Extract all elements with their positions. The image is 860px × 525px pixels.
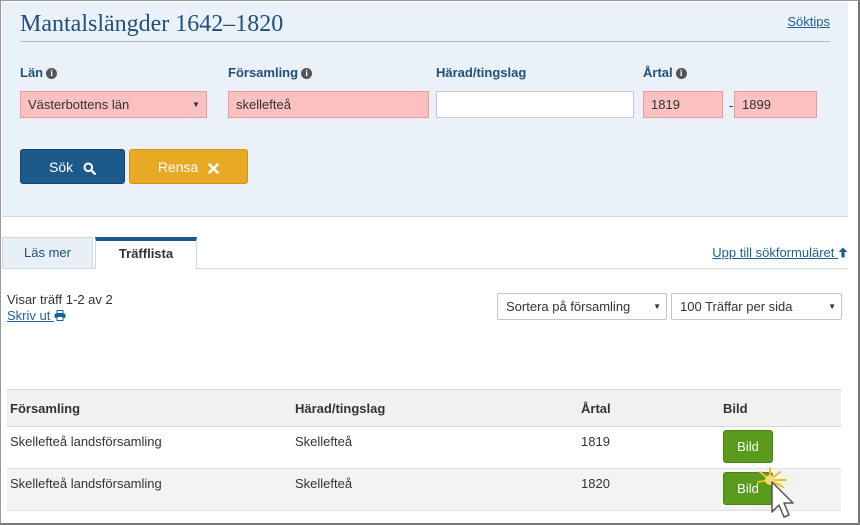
arrow-up-icon: [838, 247, 848, 258]
info-icon[interactable]: i: [301, 68, 313, 80]
column-header[interactable]: Härad/tingslag: [295, 401, 385, 416]
print-link-label: Skriv ut: [7, 308, 51, 323]
harad-input[interactable]: [436, 91, 634, 118]
clear-button-label: Rensa: [157, 159, 199, 175]
harad-cell: Skellefteå: [295, 476, 353, 491]
table-row: Skellefteå landsförsamling Skellefteå 18…: [7, 469, 841, 511]
clear-button[interactable]: Rensa: [129, 149, 248, 184]
sort-select[interactable]: Sortera på församling ▼: [497, 293, 667, 320]
column-header[interactable]: Församling: [10, 401, 80, 416]
search-button[interactable]: Sök: [20, 149, 125, 184]
results-table: Församling Härad/tingslag Årtal Bild Ske…: [7, 389, 841, 511]
artal-cell: 1820: [581, 476, 610, 491]
info-icon[interactable]: i: [46, 68, 58, 80]
mouse-pointer-icon: [757, 467, 794, 518]
artal-range-dash: -: [729, 98, 734, 113]
forsamling-label-text: Församling: [228, 65, 299, 80]
forsamling-cell: Skellefteå landsförsamling: [10, 434, 162, 449]
caret-down-icon: ▼: [192, 100, 200, 109]
close-icon: [208, 162, 219, 174]
harad-label: Härad/tingslag: [436, 65, 527, 80]
search-button-label: Sök: [48, 159, 74, 175]
printer-icon: [54, 310, 66, 321]
search-form-panel: Mantalslängder 1642–1820 Söktips Län i Fö…: [2, 2, 848, 217]
active-tab-gap: [96, 268, 196, 269]
column-header[interactable]: Årtal: [581, 401, 611, 416]
harad-cell: Skellefteå: [295, 434, 353, 449]
artal-label: Årtal i: [643, 65, 687, 80]
lan-label-text: Län: [20, 65, 44, 80]
per-page-select[interactable]: 100 Träffar per sida ▼: [671, 293, 842, 320]
tab-trafflista[interactable]: Träfflista: [95, 237, 197, 269]
search-icon: [83, 162, 97, 175]
back-to-form-link[interactable]: Upp till sökformuläret: [712, 245, 848, 260]
artal-to-input[interactable]: 1899: [734, 91, 817, 118]
forsamling-cell: Skellefteå landsförsamling: [10, 476, 162, 491]
caret-down-icon: ▼: [653, 302, 661, 311]
search-tips-link[interactable]: Söktips: [787, 14, 830, 29]
hit-count-text: Visar träff 1-2 av 2: [7, 292, 113, 307]
title-divider: [20, 41, 830, 42]
tab-las-mer[interactable]: Läs mer: [2, 237, 93, 269]
back-to-form-label: Upp till sökformuläret: [712, 245, 835, 260]
table-row: Skellefteå landsförsamling Skellefteå 18…: [7, 427, 841, 469]
print-link[interactable]: Skriv ut: [7, 308, 66, 323]
artal-label-text: Årtal: [643, 65, 673, 80]
artal-from-input[interactable]: 1819: [643, 91, 723, 118]
page-title: Mantalslängder 1642–1820: [20, 11, 284, 37]
lan-select-value: Västerbottens län: [28, 97, 130, 112]
bild-button[interactable]: Bild: [723, 430, 773, 463]
lan-select[interactable]: Västerbottens län ▼: [20, 91, 207, 118]
per-page-select-value: 100 Träffar per sida: [680, 299, 793, 314]
forsamling-label: Församling i: [228, 65, 313, 80]
forsamling-input[interactable]: skellefteå: [228, 91, 429, 118]
table-header: Församling Härad/tingslag Årtal Bild: [7, 389, 841, 427]
lan-label: Län i: [20, 65, 58, 80]
info-icon[interactable]: i: [675, 68, 687, 80]
artal-cell: 1819: [581, 434, 610, 449]
caret-down-icon: ▼: [828, 302, 836, 311]
sort-select-value: Sortera på församling: [506, 299, 631, 314]
column-header: Bild: [723, 401, 748, 416]
